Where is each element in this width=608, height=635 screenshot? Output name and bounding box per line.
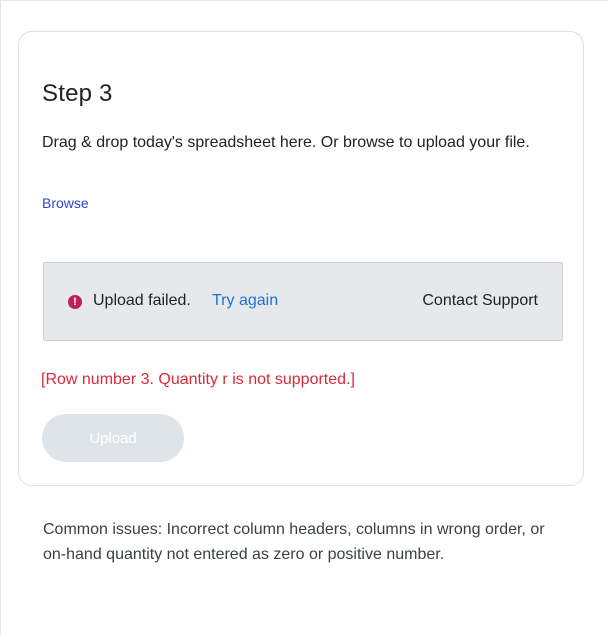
error-message: [Row number 3. Quantity r is not support… bbox=[41, 371, 355, 388]
step-title: Step 3 bbox=[42, 80, 113, 107]
alert-icon: ! bbox=[68, 295, 82, 309]
upload-button[interactable]: Upload bbox=[42, 414, 184, 462]
upload-card: Step 3 Drag & drop today's spreadsheet h… bbox=[18, 31, 584, 486]
upload-instructions: Drag & drop today's spreadsheet here. Or… bbox=[42, 134, 530, 151]
upload-status-bar: ! Upload failed. Try again Contact Suppo… bbox=[43, 262, 563, 341]
common-issues-text: Common issues: Incorrect column headers,… bbox=[43, 521, 545, 563]
page-frame: Step 3 Drag & drop today's spreadsheet h… bbox=[0, 0, 608, 635]
contact-support-link[interactable]: Contact Support bbox=[422, 292, 538, 310]
try-again-link[interactable]: Try again bbox=[212, 292, 278, 310]
upload-failed-text: Upload failed. bbox=[93, 292, 191, 309]
browse-link[interactable]: Browse bbox=[42, 195, 89, 211]
